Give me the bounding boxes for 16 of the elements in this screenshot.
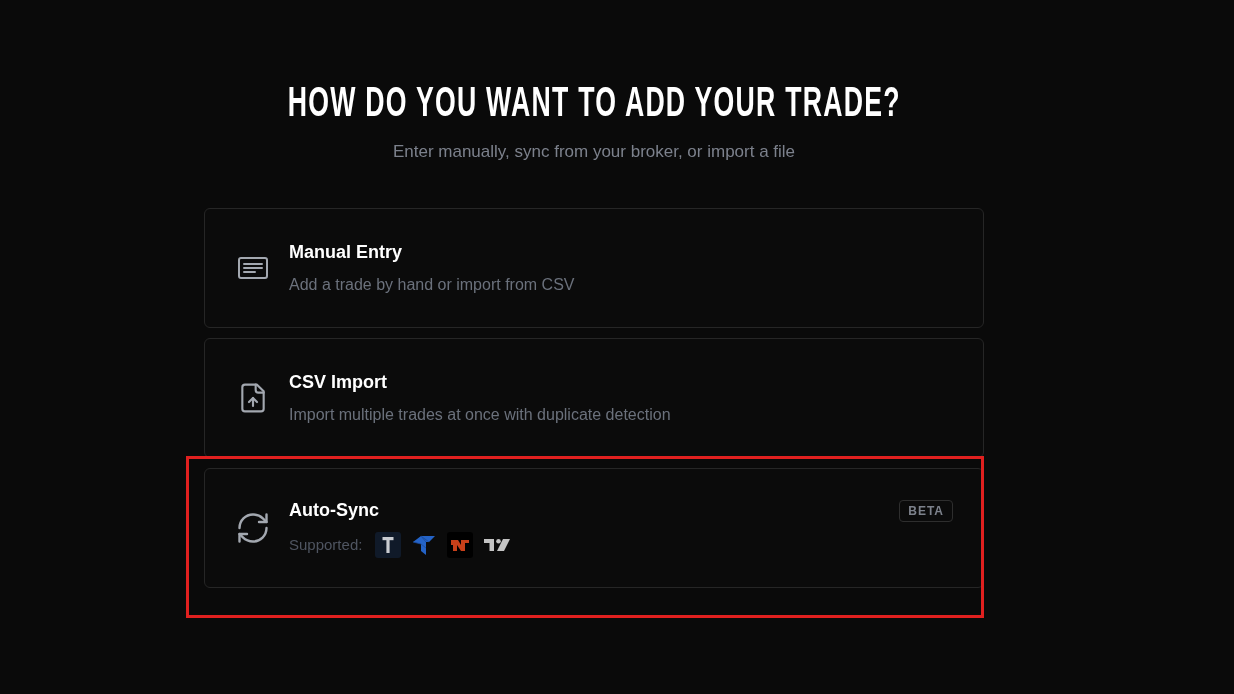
t-logo-icon <box>375 532 402 558</box>
supported-label: Supported: <box>289 535 363 555</box>
refresh-icon <box>238 513 268 543</box>
option-title: CSV Import <box>289 371 387 394</box>
page-heading: HOW DO YOU WANT TO ADD YOUR TRADE? <box>287 78 901 124</box>
option-card[interactable]: CSV Import Import multiple trades at once with duplicate detection <box>204 338 984 458</box>
option-title: Manual Entry <box>289 241 403 264</box>
beta-badge: BETA <box>899 500 953 522</box>
option-title: Auto-Sync <box>289 499 379 522</box>
nt-logo-icon <box>447 532 474 558</box>
text-lines-icon <box>238 257 268 279</box>
option-description: Import multiple trades at once with duplicate detection <box>289 405 671 425</box>
page-subtitle: Enter manually, sync from your broker, or import a file <box>392 141 796 163</box>
file-upload-icon <box>241 383 265 413</box>
option-card[interactable]: Manual Entry Add a trade by hand or import from CSV <box>204 208 984 328</box>
option-description: Add a trade by hand or import from CSV <box>289 275 575 295</box>
